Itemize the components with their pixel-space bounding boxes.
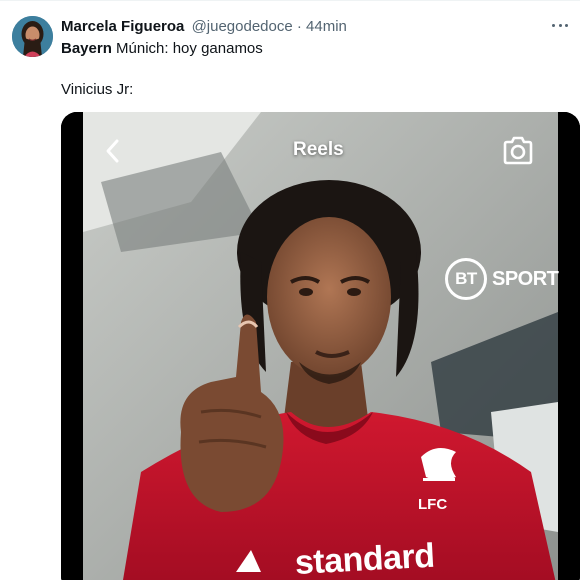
tweet-timestamp[interactable]: 44min — [306, 18, 347, 35]
crest-text: LFC — [418, 496, 448, 513]
avatar[interactable] — [12, 16, 53, 57]
author-handle[interactable]: @juegodedoce — [192, 18, 293, 35]
reels-title: Reels — [293, 139, 344, 160]
tweet[interactable]: Marcela Figueroa @juegodedoce · 44min Ba… — [0, 0, 580, 580]
bt-logo-word: SPORT — [492, 267, 559, 290]
tweet-media[interactable]: Reels BT SPORT LFC standard — [61, 112, 580, 580]
camera-icon[interactable] — [501, 136, 535, 166]
tweet-text-bold: Bayern — [61, 40, 112, 57]
tweet-text-rest: Múnich: hoy ganamos — [111, 40, 263, 57]
bt-sport-logo: BT SPORT — [445, 257, 559, 301]
author-name[interactable]: Marcela Figueroa — [61, 18, 184, 35]
separator-dot: · — [296, 18, 302, 35]
tweet-text-line-1: Bayern Múnich: hoy ganamos — [61, 39, 263, 59]
chevron-left-icon[interactable] — [101, 138, 125, 164]
bt-logo-circle: BT — [445, 258, 487, 300]
shirt-sponsor-text: standard — [293, 536, 436, 580]
video-frame — [61, 112, 580, 580]
more-horizontal-icon[interactable] — [550, 15, 570, 35]
tweet-text-line-2: Vinicius Jr: — [61, 81, 134, 98]
tweet-header: Marcela Figueroa @juegodedoce · 44min — [61, 17, 347, 37]
